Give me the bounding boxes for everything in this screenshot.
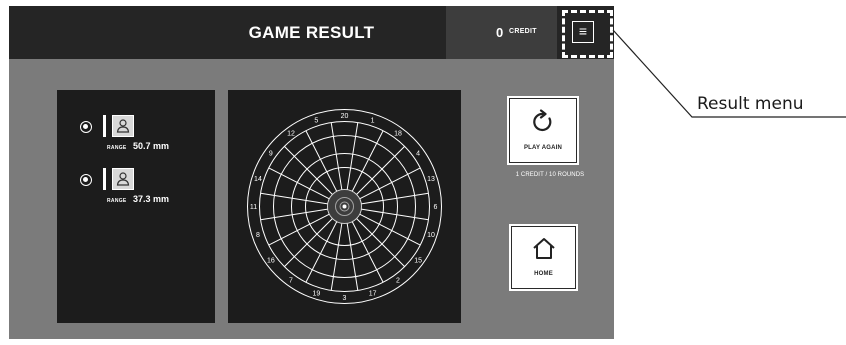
callout-label: Result menu (697, 94, 804, 114)
callout-line (612, 29, 846, 118)
